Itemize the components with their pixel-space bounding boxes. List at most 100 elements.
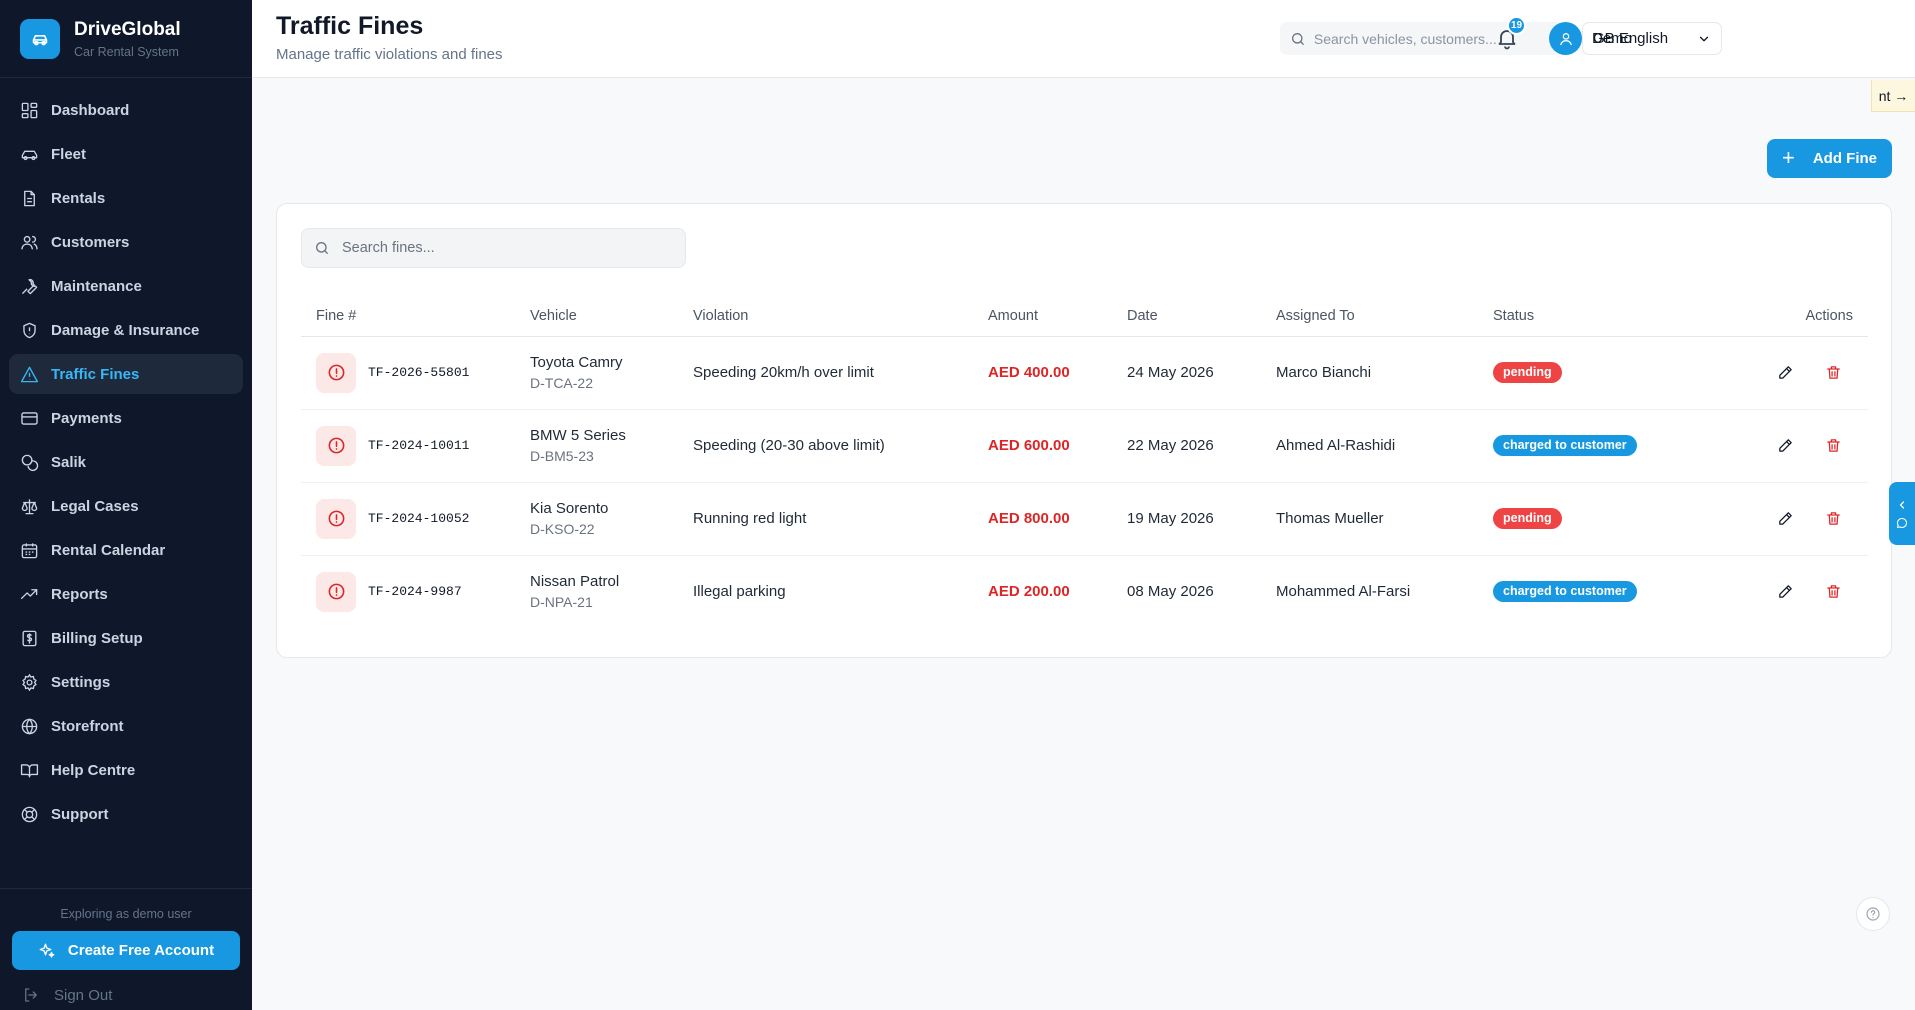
sidebar-item-rentals[interactable]: Rentals bbox=[9, 178, 243, 218]
sidebar-item-label: Support bbox=[51, 805, 109, 823]
sidebar-footer: Exploring as demo user Create Free Accou… bbox=[0, 888, 252, 1010]
sign-out-label: Sign Out bbox=[54, 986, 113, 1004]
column-header-fine-no: Fine # bbox=[301, 296, 530, 337]
fine-number: TF-2026-55801 bbox=[368, 365, 470, 380]
delete-button[interactable] bbox=[1817, 576, 1849, 608]
table-row[interactable]: TF-2024-10011 BMW 5 Series D-BM5-23 Spee… bbox=[301, 409, 1868, 483]
sidebar-item-traffic-fines[interactable]: Traffic Fines bbox=[9, 354, 243, 394]
assigned-to-cell: Thomas Mueller bbox=[1276, 482, 1493, 556]
chevron-down-icon bbox=[1699, 36, 1709, 41]
help-button[interactable] bbox=[1856, 897, 1890, 931]
vehicle-name: Kia Sorento bbox=[530, 500, 609, 517]
avatar bbox=[1549, 22, 1582, 55]
sidebar-item-legal-cases[interactable]: Legal Cases bbox=[9, 486, 243, 526]
top-header: Traffic Fines Manage traffic violations … bbox=[252, 0, 1915, 78]
coins-icon bbox=[20, 453, 39, 472]
edit-button[interactable] bbox=[1769, 503, 1801, 535]
delete-button[interactable] bbox=[1817, 503, 1849, 535]
column-header-actions: Actions bbox=[1756, 296, 1868, 337]
sidebar-item-settings[interactable]: Settings bbox=[9, 662, 243, 702]
sidebar-item-reports[interactable]: Reports bbox=[9, 574, 243, 614]
fines-search-input[interactable] bbox=[342, 240, 672, 256]
pencil-icon bbox=[1778, 512, 1792, 525]
sidebar-item-customers[interactable]: Customers bbox=[9, 222, 243, 262]
status-cell: pending bbox=[1493, 482, 1756, 556]
sidebar-item-help-centre[interactable]: Help Centre bbox=[9, 750, 243, 790]
gear-icon bbox=[20, 673, 39, 692]
add-fine-label: Add Fine bbox=[1812, 150, 1878, 167]
vehicle-plate: D-BM5-23 bbox=[530, 448, 594, 464]
search-icon bbox=[1291, 32, 1304, 45]
feedback-tab[interactable] bbox=[1889, 482, 1915, 545]
sidebar-item-rental-calendar[interactable]: Rental Calendar bbox=[9, 530, 243, 570]
fine-cell: TF-2024-10052 bbox=[301, 482, 530, 556]
vehicle-plate: D-TCA-22 bbox=[530, 375, 594, 391]
actions-cell bbox=[1756, 409, 1868, 483]
table-row[interactable]: TF-2024-9987 Nissan Patrol D-NPA-21 Ille… bbox=[301, 555, 1868, 628]
lifebuoy-icon bbox=[20, 805, 39, 824]
amount-cell: AED 600.00 bbox=[988, 409, 1127, 483]
sidebar-nav: Dashboard Fleet Rentals Customers Mainte… bbox=[0, 78, 252, 834]
sidebar-item-label: Damage & Insurance bbox=[51, 321, 200, 339]
logout-icon bbox=[25, 988, 37, 1002]
fines-card: Fine # Vehicle Violation Amount Date Ass… bbox=[276, 203, 1892, 658]
sidebar-item-label: Salik bbox=[51, 453, 87, 471]
add-fine-button[interactable]: + Add Fine bbox=[1767, 139, 1892, 178]
amount-cell: AED 400.00 bbox=[988, 336, 1127, 410]
sidebar-item-maintenance[interactable]: Maintenance bbox=[9, 266, 243, 306]
document-icon bbox=[20, 189, 39, 208]
violation-cell: Running red light bbox=[693, 482, 988, 556]
fine-cell: TF-2026-55801 bbox=[301, 336, 530, 410]
column-header-violation: Violation bbox=[693, 296, 988, 337]
vehicle-name: Nissan Patrol bbox=[530, 573, 620, 591]
date-cell: 22 May 2026 bbox=[1127, 409, 1276, 483]
sidebar-item-support[interactable]: Support bbox=[9, 794, 243, 834]
actions-cell bbox=[1756, 555, 1868, 628]
sidebar-item-storefront[interactable]: Storefront bbox=[9, 706, 243, 746]
create-free-account-label: Create Free Account bbox=[67, 942, 215, 959]
sidebar-item-label: Payments bbox=[51, 409, 122, 427]
sidebar-item-label: Help Centre bbox=[51, 761, 136, 779]
status-cell: charged to customer bbox=[1493, 555, 1756, 628]
amount-cell: AED 800.00 bbox=[988, 482, 1127, 556]
book-icon bbox=[20, 761, 39, 780]
delete-button[interactable] bbox=[1817, 357, 1849, 389]
vehicle-cell: Nissan Patrol D-NPA-21 bbox=[530, 555, 693, 628]
sidebar-item-salik[interactable]: Salik bbox=[9, 442, 243, 482]
edit-button[interactable] bbox=[1769, 357, 1801, 389]
tour-tab[interactable]: nt → bbox=[1871, 80, 1915, 112]
scale-icon bbox=[20, 497, 39, 516]
sidebar-item-billing-setup[interactable]: Billing Setup bbox=[9, 618, 243, 658]
trash-icon bbox=[1826, 366, 1840, 379]
dashboard-icon bbox=[20, 101, 39, 120]
edit-button[interactable] bbox=[1769, 576, 1801, 608]
fines-search bbox=[301, 228, 686, 268]
vehicle-plate: D-NPA-21 bbox=[530, 594, 593, 611]
trash-icon bbox=[1826, 585, 1840, 599]
sidebar-item-payments[interactable]: Payments bbox=[9, 398, 243, 438]
brand-subtitle: Car Rental System bbox=[74, 44, 179, 59]
sidebar-item-label: Fleet bbox=[51, 145, 87, 163]
sign-out-link[interactable]: Sign Out bbox=[0, 970, 252, 1004]
vehicle-cell: Kia Sorento D-KSO-22 bbox=[530, 482, 693, 556]
credit-card-icon bbox=[20, 409, 39, 428]
trash-icon bbox=[1826, 512, 1840, 525]
edit-button[interactable] bbox=[1769, 430, 1801, 462]
sidebar-item-label: Traffic Fines bbox=[51, 365, 140, 383]
table-row[interactable]: TF-2024-10052 Kia Sorento D-KSO-22 Runni… bbox=[301, 482, 1868, 556]
table-row[interactable]: TF-2026-55801 Toyota Camry D-TCA-22 Spee… bbox=[301, 336, 1868, 410]
brand[interactable]: DriveGlobal Car Rental System bbox=[0, 0, 252, 78]
sidebar-item-dashboard[interactable]: Dashboard bbox=[9, 90, 243, 130]
delete-button[interactable] bbox=[1817, 430, 1849, 462]
sidebar-item-label: Maintenance bbox=[51, 277, 142, 295]
sidebar-item-fleet[interactable]: Fleet bbox=[9, 134, 243, 174]
alert-circle-icon bbox=[316, 498, 356, 539]
vehicle-cell: Toyota Camry D-TCA-22 bbox=[530, 336, 693, 410]
user-menu[interactable]: Demo bbox=[1549, 22, 1632, 55]
status-badge: pending bbox=[1493, 362, 1562, 383]
sidebar-item-damage-insurance[interactable]: Damage & Insurance bbox=[9, 310, 243, 350]
create-free-account-button[interactable]: Create Free Account bbox=[12, 931, 240, 970]
sidebar-item-label: Reports bbox=[51, 585, 108, 603]
sidebar-item-label: Storefront bbox=[51, 717, 124, 735]
actions-cell bbox=[1756, 336, 1868, 410]
